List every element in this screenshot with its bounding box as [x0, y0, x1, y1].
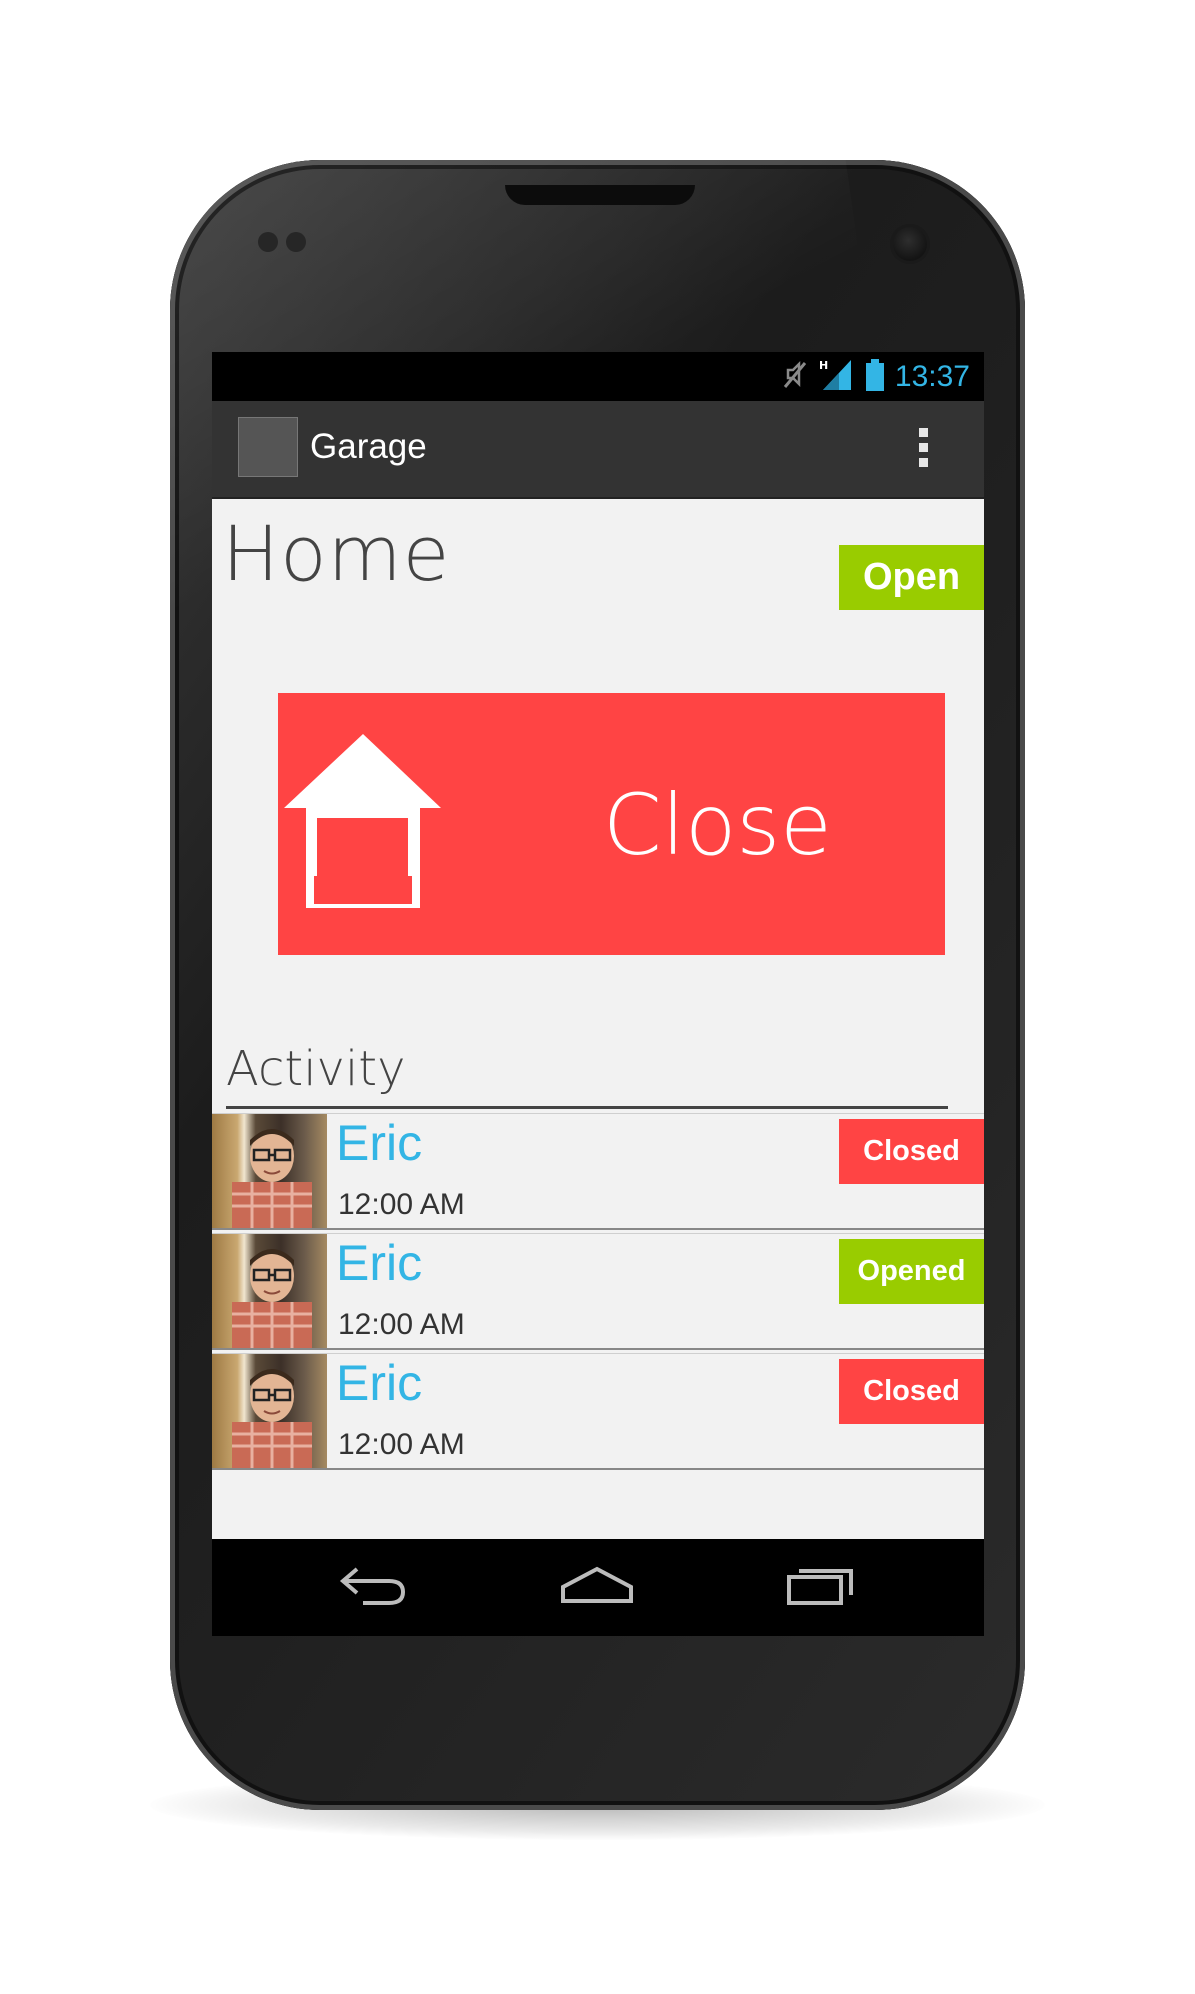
garage-icon	[284, 734, 441, 908]
app-icon[interactable]	[238, 417, 298, 477]
event-status-badge: Closed	[839, 1119, 984, 1184]
event-time: 12:00 AM	[338, 1428, 465, 1461]
action-button-label: Close	[603, 776, 832, 874]
overflow-menu-icon[interactable]	[916, 428, 930, 472]
earpiece-speaker	[505, 185, 695, 205]
activity-header: Activity	[226, 1041, 406, 1097]
avatar	[212, 1234, 327, 1348]
mute-icon	[779, 359, 809, 395]
phone-screen: H 13:37 Garage Home Open Close Activity …	[212, 352, 984, 1636]
status-bar: H 13:37	[212, 352, 984, 401]
user-name: Eric	[336, 1355, 423, 1411]
event-status-badge: Closed	[839, 1359, 984, 1424]
proximity-sensor	[258, 232, 310, 252]
activity-list: Eric 12:00 AM Closed Eric 12:00 AM Opene…	[212, 1113, 984, 1473]
recents-icon[interactable]	[785, 1563, 857, 1611]
battery-icon	[865, 359, 885, 395]
avatar	[212, 1354, 327, 1468]
list-item[interactable]: Eric 12:00 AM Opened	[212, 1233, 984, 1350]
event-time: 12:00 AM	[338, 1308, 465, 1341]
svg-text:H: H	[819, 359, 828, 372]
list-item[interactable]: Eric 12:00 AM Closed	[212, 1113, 984, 1230]
navigation-bar	[212, 1539, 984, 1636]
signal-h-icon: H	[819, 358, 855, 396]
app-title: Garage	[310, 427, 427, 466]
list-item[interactable]: Eric 12:00 AM Closed	[212, 1353, 984, 1470]
page-title: Home	[222, 509, 451, 598]
main-content: Home Open Close Activity Eric 12:00 AM C…	[212, 499, 984, 1539]
front-camera	[893, 227, 927, 261]
door-state-badge: Open	[839, 545, 984, 610]
action-bar: Garage	[212, 401, 984, 499]
status-icons: H 13:37	[779, 358, 970, 396]
section-divider	[226, 1106, 948, 1109]
event-time: 12:00 AM	[338, 1188, 465, 1221]
clock: 13:37	[894, 360, 970, 393]
back-icon[interactable]	[337, 1563, 409, 1611]
avatar	[212, 1114, 327, 1228]
home-icon[interactable]	[559, 1563, 635, 1611]
close-door-button[interactable]: Close	[278, 693, 945, 955]
user-name: Eric	[336, 1235, 423, 1291]
user-name: Eric	[336, 1115, 423, 1171]
event-status-badge: Opened	[839, 1239, 984, 1304]
